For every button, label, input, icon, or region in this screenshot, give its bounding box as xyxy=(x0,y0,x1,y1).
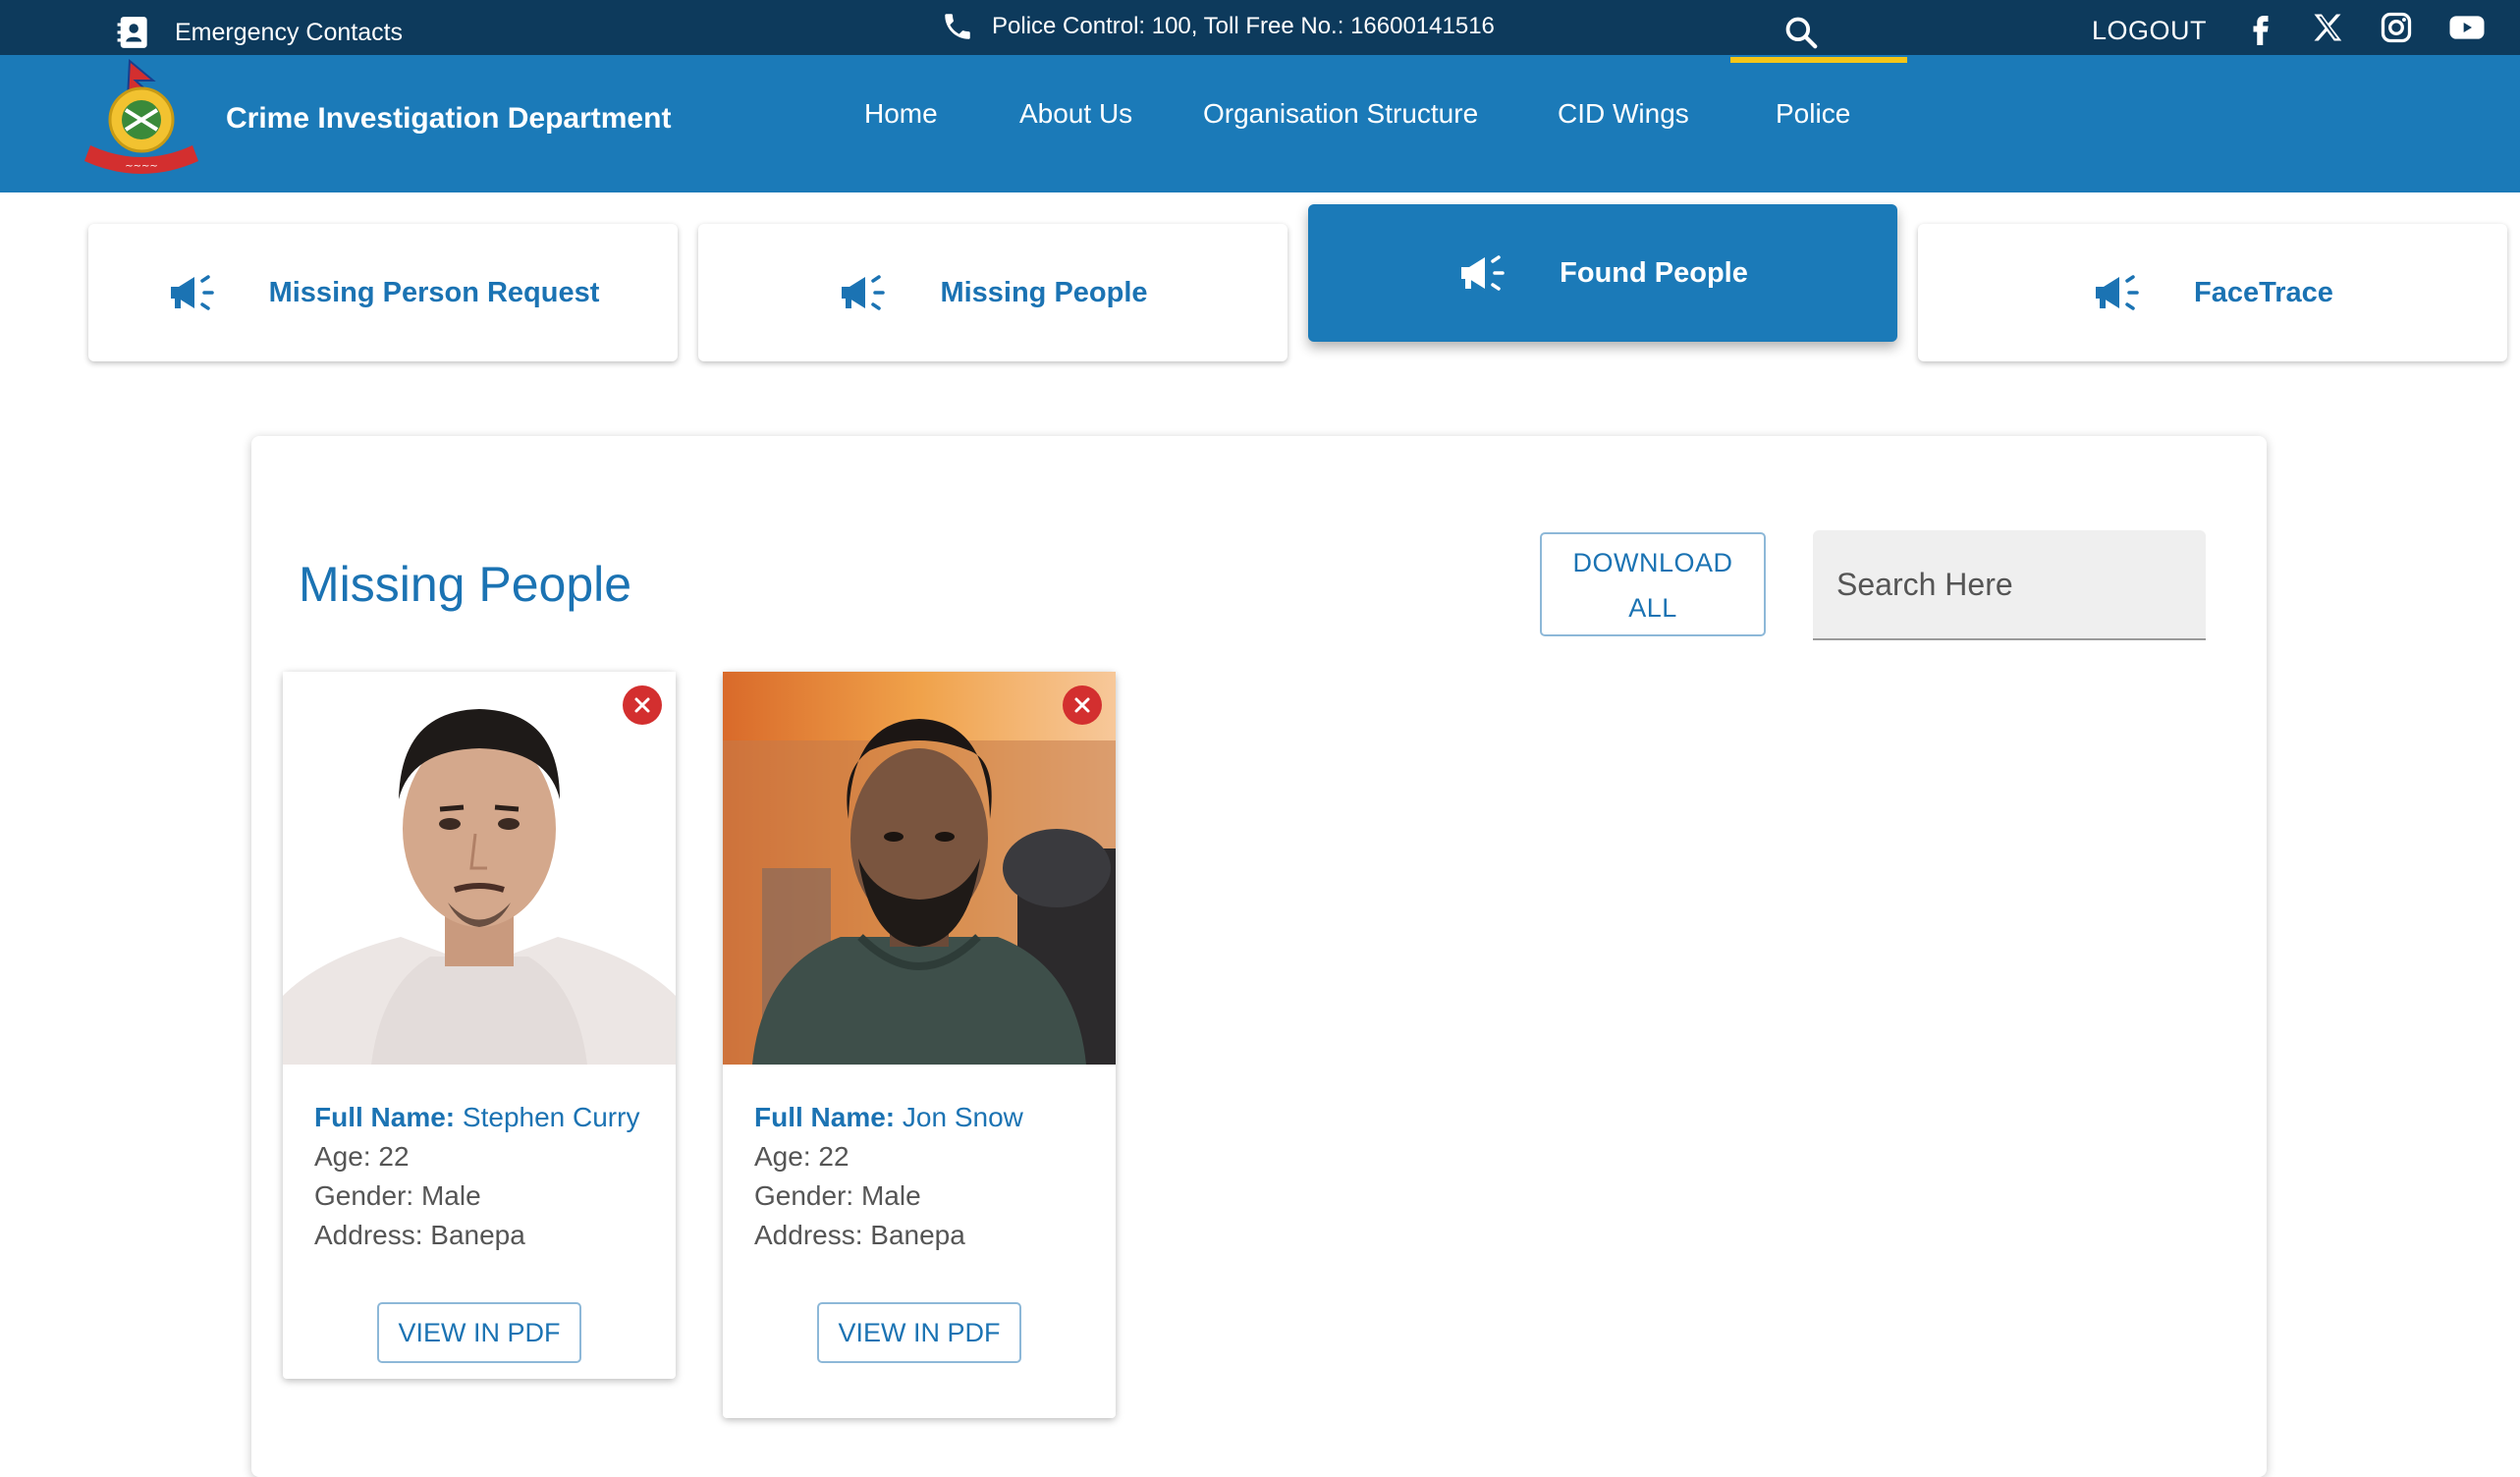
download-label-line1: DOWNLOAD xyxy=(1572,548,1733,577)
main-header: ~~~~ Crime Investigation Department Home… xyxy=(0,55,2520,192)
nav-home[interactable]: Home xyxy=(864,98,938,130)
download-all-button[interactable]: DOWNLOAD ALL xyxy=(1540,532,1766,636)
close-icon xyxy=(1074,697,1090,713)
person-portrait-image xyxy=(723,672,1116,1065)
megaphone-icon xyxy=(170,275,214,310)
emergency-contacts-label: Emergency Contacts xyxy=(175,18,404,46)
full-name-value: Stephen Curry xyxy=(462,1102,640,1132)
tab-facetrace[interactable]: FaceTrace xyxy=(1918,224,2507,361)
nav-organisation-structure[interactable]: Organisation Structure xyxy=(1203,98,1478,130)
contact-book-icon xyxy=(117,17,147,48)
phone-icon xyxy=(945,14,970,39)
page-title: Missing People xyxy=(299,557,632,612)
person-photo xyxy=(723,672,1116,1065)
close-icon xyxy=(634,697,650,713)
phone-info: Police Control: 100, Toll Free No.: 1660… xyxy=(941,10,1495,43)
remove-person-button[interactable] xyxy=(1063,685,1102,725)
address-value: Address: Banepa xyxy=(754,1220,965,1250)
full-name-label: Full Name: xyxy=(754,1102,896,1132)
person-card: Full Name: Jon Snow Age: 22 Gender: Male… xyxy=(723,672,1116,1418)
tab-label: Found People xyxy=(1560,256,1748,289)
emergency-contacts-link[interactable]: Emergency Contacts xyxy=(116,14,403,51)
tab-missing-person-request[interactable]: Missing Person Request xyxy=(88,224,678,361)
age-value: Age: 22 xyxy=(754,1141,849,1172)
view-in-pdf-button[interactable]: VIEW IN PDF xyxy=(817,1302,1021,1363)
nav-police[interactable]: Police xyxy=(1776,98,1850,130)
tab-label: FaceTrace xyxy=(2194,276,2333,308)
tab-missing-people[interactable]: Missing People xyxy=(698,224,1287,361)
search-active-underline xyxy=(1730,57,1907,63)
megaphone-icon xyxy=(2096,275,2139,310)
megaphone-icon xyxy=(842,275,886,310)
search-field[interactable] xyxy=(1813,530,2206,640)
tab-label: Missing People xyxy=(940,276,1148,308)
instagram-icon[interactable] xyxy=(2377,8,2416,47)
youtube-icon[interactable] xyxy=(2447,8,2487,47)
x-icon[interactable] xyxy=(2308,8,2347,47)
police-emblem-logo[interactable]: ~~~~ xyxy=(71,59,214,189)
search-input[interactable] xyxy=(1813,530,2206,638)
phone-text: Police Control: 100, Toll Free No.: 1660… xyxy=(992,13,1495,39)
person-card: Full Name: Stephen Curry Age: 22 Gender:… xyxy=(283,672,676,1379)
facebook-icon[interactable] xyxy=(2241,8,2280,47)
person-portrait-image xyxy=(283,672,676,1065)
person-info: Full Name: Stephen Curry Age: 22 Gender:… xyxy=(283,1065,676,1255)
department-name: Crime Investigation Department xyxy=(226,102,672,135)
svg-text:~~~~: ~~~~ xyxy=(125,161,158,172)
address-value: Address: Banepa xyxy=(314,1220,525,1250)
full-name-value: Jon Snow xyxy=(902,1102,1023,1132)
top-bar: Emergency Contacts Police Control: 100, … xyxy=(0,0,2520,63)
nav-cid-wings[interactable]: CID Wings xyxy=(1558,98,1689,130)
view-in-pdf-button[interactable]: VIEW IN PDF xyxy=(377,1302,581,1363)
search-icon[interactable] xyxy=(1782,14,1820,51)
missing-people-panel: Missing People DOWNLOAD ALL Search Here … xyxy=(251,436,2267,1477)
gender-value: Gender: Male xyxy=(754,1180,921,1211)
logout-button[interactable]: LOGOUT xyxy=(2092,16,2207,46)
megaphone-icon xyxy=(1461,255,1505,291)
tab-label: Missing Person Request xyxy=(268,276,600,308)
tab-found-people[interactable]: Found People xyxy=(1308,204,1897,342)
download-label-line2: ALL xyxy=(1628,593,1677,623)
full-name-label: Full Name: xyxy=(314,1102,456,1132)
remove-person-button[interactable] xyxy=(623,685,662,725)
person-info: Full Name: Jon Snow Age: 22 Gender: Male… xyxy=(723,1065,1116,1255)
person-photo xyxy=(283,672,676,1065)
gender-value: Gender: Male xyxy=(314,1180,481,1211)
age-value: Age: 22 xyxy=(314,1141,410,1172)
nav-about-us[interactable]: About Us xyxy=(1019,98,1132,130)
